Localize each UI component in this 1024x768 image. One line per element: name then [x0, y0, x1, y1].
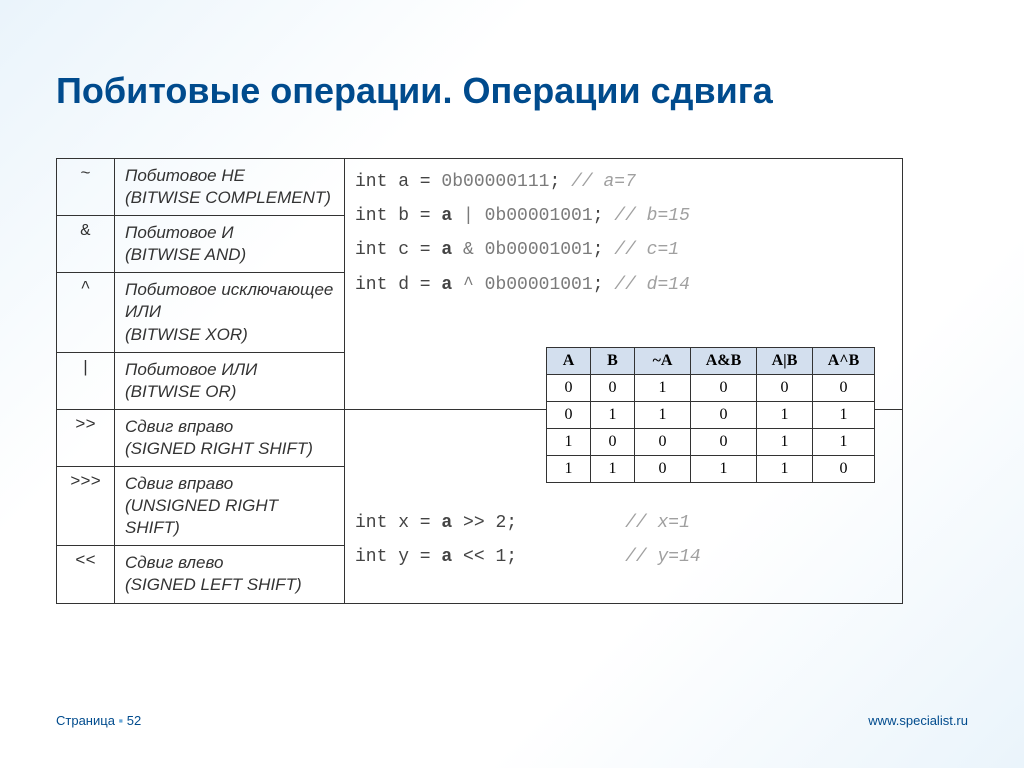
code-var: a	[441, 547, 452, 567]
op-sym: &	[57, 216, 115, 273]
td: 1	[591, 402, 635, 429]
op-eng: (BITWISE XOR)	[125, 325, 248, 344]
op-desc: Побитовое И (BITWISE AND)	[115, 216, 345, 273]
td: 1	[757, 402, 813, 429]
th: A&B	[691, 348, 757, 375]
code: int a =	[355, 172, 441, 192]
td: 0	[635, 429, 691, 456]
td: 1	[813, 402, 875, 429]
code-num: & 0b00001001	[452, 240, 592, 260]
table-row: 1 1 0 1 1 0	[547, 456, 875, 483]
op-name: Сдвиг влево	[125, 553, 223, 572]
td: 0	[591, 429, 635, 456]
table-row: 0 1 1 0 1 1	[547, 402, 875, 429]
op-desc: Побитовое НЕ (BITWISE COMPLEMENT)	[115, 159, 345, 216]
op-name: Сдвиг вправо	[125, 474, 233, 493]
page-num: 52	[127, 713, 141, 728]
code: ;	[593, 206, 615, 226]
op-name: Побитовое НЕ	[125, 166, 245, 185]
op-sym: >>>	[57, 467, 115, 546]
td: 0	[547, 375, 591, 402]
code-var: a	[441, 240, 452, 260]
th: A|B	[757, 348, 813, 375]
op-sym: <<	[57, 546, 115, 603]
code-comment: // b=15	[614, 206, 690, 226]
op-desc: Побитовое исключающее ИЛИ (BITWISE XOR)	[115, 273, 345, 352]
op-sym: |	[57, 352, 115, 409]
code: int b =	[355, 206, 441, 226]
td: 0	[591, 375, 635, 402]
td: 1	[547, 456, 591, 483]
code-var: a	[441, 275, 452, 295]
code: >> 2;	[452, 513, 625, 533]
page-number: Страница ▪ 52	[56, 713, 141, 728]
truth-header-row: A B ~A A&B A|B A^B	[547, 348, 875, 375]
table-row: 0 0 1 0 0 0	[547, 375, 875, 402]
op-name: Побитовое ИЛИ	[125, 360, 257, 379]
td: 1	[635, 402, 691, 429]
op-name: Побитовое исключающее ИЛИ	[125, 280, 333, 321]
td: 0	[757, 375, 813, 402]
td: 0	[691, 402, 757, 429]
op-name: Сдвиг вправо	[125, 417, 233, 436]
code-comment: // c=1	[614, 240, 679, 260]
td: 0	[635, 456, 691, 483]
td: 1	[635, 375, 691, 402]
op-sym: >>	[57, 409, 115, 466]
op-eng: (BITWISE AND)	[125, 245, 246, 264]
td: 0	[813, 456, 875, 483]
footer-url: www.specialist.ru	[868, 713, 968, 728]
code: << 1;	[452, 547, 625, 567]
code: int d =	[355, 275, 441, 295]
td: 1	[691, 456, 757, 483]
op-name: Побитовое И	[125, 223, 234, 242]
code-num: ^ 0b00001001	[452, 275, 592, 295]
td: 1	[813, 429, 875, 456]
code: int y =	[355, 547, 441, 567]
slide-title: Побитовые операции. Операции сдвига	[56, 70, 773, 112]
code-comment: // d=14	[614, 275, 690, 295]
td: 0	[691, 375, 757, 402]
code-var: a	[441, 513, 452, 533]
th: ~A	[635, 348, 691, 375]
td: 0	[547, 402, 591, 429]
op-eng: (SIGNED LEFT SHIFT)	[125, 575, 302, 594]
truth-table: A B ~A A&B A|B A^B 0 0 1 0 0 0 0 1 1 0 1…	[546, 347, 875, 483]
code: ;	[593, 275, 615, 295]
op-eng: (SIGNED RIGHT SHIFT)	[125, 439, 313, 458]
th: B	[591, 348, 635, 375]
td: 1	[757, 456, 813, 483]
td: 0	[691, 429, 757, 456]
page-label: Страница	[56, 713, 115, 728]
code-comment: // x=1	[625, 513, 690, 533]
op-eng: (BITWISE OR)	[125, 382, 236, 401]
op-desc: Сдвиг вправо (UNSIGNED RIGHT SHIFT)	[115, 467, 345, 546]
td: 0	[813, 375, 875, 402]
code-comment: // y=14	[625, 547, 701, 567]
op-desc: Сдвиг вправо (SIGNED RIGHT SHIFT)	[115, 409, 345, 466]
code: int x =	[355, 513, 441, 533]
code-num: 0b00000111	[441, 172, 549, 192]
th: A	[547, 348, 591, 375]
code-var: a	[441, 206, 452, 226]
table-row: 1 0 0 0 1 1	[547, 429, 875, 456]
th: A^B	[813, 348, 875, 375]
op-sym: ~	[57, 159, 115, 216]
td: 1	[591, 456, 635, 483]
td: 1	[757, 429, 813, 456]
code: ;	[593, 240, 615, 260]
op-eng: (UNSIGNED RIGHT SHIFT)	[125, 496, 278, 537]
code: ;	[549, 172, 571, 192]
op-desc: Сдвиг влево (SIGNED LEFT SHIFT)	[115, 546, 345, 603]
code: int c =	[355, 240, 441, 260]
op-eng: (BITWISE COMPLEMENT)	[125, 188, 331, 207]
code-num: | 0b00001001	[452, 206, 592, 226]
td: 1	[547, 429, 591, 456]
bullet-icon: ▪	[119, 713, 127, 728]
op-desc: Побитовое ИЛИ (BITWISE OR)	[115, 352, 345, 409]
op-sym: ^	[57, 273, 115, 352]
code-comment: // a=7	[571, 172, 636, 192]
